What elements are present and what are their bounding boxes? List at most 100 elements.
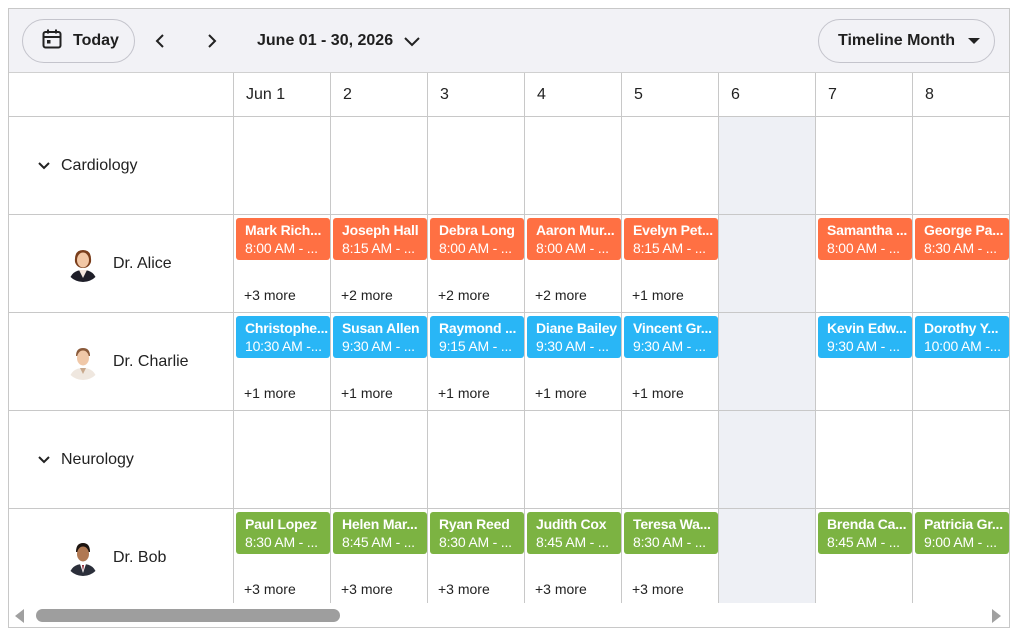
more-link[interactable]: +3 more (438, 581, 490, 597)
more-link[interactable]: +1 more (535, 385, 587, 401)
day-cell[interactable] (719, 509, 816, 603)
appointment[interactable]: Samantha ... 8:00 AM - ... (818, 218, 912, 260)
appointment[interactable]: Dorothy Y... 10:00 AM -... (915, 316, 1009, 358)
date-range-picker[interactable]: June 01 - 30, 2026 (257, 29, 421, 53)
day-cell[interactable]: Vincent Gr... 9:30 AM - ... +1 more (622, 313, 719, 411)
more-link[interactable]: +3 more (341, 581, 393, 597)
appointment-title: Kevin Edw... (827, 320, 907, 336)
resource-group-cardiology[interactable]: Cardiology (9, 117, 234, 215)
day-cell[interactable]: George Pa... 8:30 AM - ... (913, 215, 1009, 313)
day-cell[interactable] (525, 117, 622, 215)
more-link[interactable]: +1 more (438, 385, 490, 401)
appointment[interactable]: Brenda Ca... 8:45 AM - ... (818, 512, 912, 554)
appointment[interactable]: Judith Cox 8:45 AM - ... (527, 512, 621, 554)
appointment-time: 8:15 AM - ... (342, 240, 415, 256)
appointment-title: Joseph Hall (342, 222, 419, 238)
appointment[interactable]: Debra Long 8:00 AM - ... (430, 218, 524, 260)
view-switcher[interactable]: Timeline Month (818, 19, 995, 63)
appointment[interactable]: Patricia Gr... 9:00 AM - ... (915, 512, 1009, 554)
day-cell[interactable]: Susan Allen 9:30 AM - ... +1 more (331, 313, 428, 411)
day-cell[interactable] (816, 117, 913, 215)
more-link[interactable]: +2 more (535, 287, 587, 303)
day-cell[interactable] (234, 117, 331, 215)
appointment[interactable]: Christophe... 10:30 AM -... (236, 316, 330, 358)
day-cell[interactable] (234, 411, 331, 509)
day-cell[interactable] (719, 117, 816, 215)
resource-group-neurology[interactable]: Neurology (9, 411, 234, 509)
appointment[interactable]: Joseph Hall 8:15 AM - ... (333, 218, 427, 260)
day-cell[interactable] (913, 117, 1009, 215)
appointment[interactable]: Kevin Edw... 9:30 AM - ... (818, 316, 912, 358)
more-link[interactable]: +2 more (341, 287, 393, 303)
timeline-grid: Jun 1 2 3 4 5 6 7 8 Cardiology Dr. Alice Mark Rich… (9, 73, 1009, 603)
day-cell[interactable]: Dorothy Y... 10:00 AM -... (913, 313, 1009, 411)
more-link[interactable]: +3 more (632, 581, 684, 597)
day-cell[interactable]: Teresa Wa... 8:30 AM - ... +3 more (622, 509, 719, 603)
day-cell[interactable] (428, 411, 525, 509)
day-cell[interactable]: Kevin Edw... 9:30 AM - ... (816, 313, 913, 411)
more-link[interactable]: +2 more (438, 287, 490, 303)
appointment[interactable]: George Pa... 8:30 AM - ... (915, 218, 1009, 260)
more-link[interactable]: +3 more (535, 581, 587, 597)
more-link[interactable]: +1 more (632, 287, 684, 303)
appointment[interactable]: Evelyn Pet... 8:15 AM - ... (624, 218, 718, 260)
next-button[interactable] (199, 29, 223, 53)
day-cell[interactable] (719, 215, 816, 313)
doctor-name: Dr. Charlie (113, 352, 189, 370)
horizontal-scrollbar[interactable] (9, 603, 1009, 627)
previous-button[interactable] (149, 29, 173, 53)
day-cell[interactable] (525, 411, 622, 509)
more-link[interactable]: +3 more (244, 581, 296, 597)
scroll-left-arrow-icon[interactable] (15, 609, 24, 623)
day-cell[interactable] (719, 313, 816, 411)
day-cell[interactable] (816, 411, 913, 509)
appointment[interactable]: Diane Bailey 9:30 AM - ... (527, 316, 621, 358)
day-header: 4 (525, 73, 622, 117)
appointment[interactable]: Vincent Gr... 9:30 AM - ... (624, 316, 718, 358)
appointment[interactable]: Teresa Wa... 8:30 AM - ... (624, 512, 718, 554)
scroll-right-arrow-icon[interactable] (992, 609, 1001, 623)
day-cell[interactable]: Judith Cox 8:45 AM - ... +3 more (525, 509, 622, 603)
resource-group-label: Cardiology (61, 156, 138, 174)
more-link[interactable]: +3 more (244, 287, 296, 303)
day-cell[interactable] (428, 117, 525, 215)
day-cell[interactable]: Paul Lopez 8:30 AM - ... +3 more (234, 509, 331, 603)
appointment[interactable]: Raymond ... 9:15 AM - ... (430, 316, 524, 358)
scrollbar-thumb[interactable] (36, 609, 340, 622)
day-cell[interactable] (331, 117, 428, 215)
day-cell[interactable] (622, 117, 719, 215)
day-cell[interactable]: Debra Long 8:00 AM - ... +2 more (428, 215, 525, 313)
day-cell[interactable]: Joseph Hall 8:15 AM - ... +2 more (331, 215, 428, 313)
day-cell[interactable]: Diane Bailey 9:30 AM - ... +1 more (525, 313, 622, 411)
day-cell[interactable] (622, 411, 719, 509)
day-cell[interactable] (913, 411, 1009, 509)
appointment[interactable]: Mark Rich... 8:00 AM - ... (236, 218, 330, 260)
day-cell[interactable]: Aaron Mur... 8:00 AM - ... +2 more (525, 215, 622, 313)
day-cell[interactable]: Raymond ... 9:15 AM - ... +1 more (428, 313, 525, 411)
appointment-time: 8:00 AM - ... (536, 240, 609, 256)
day-cell[interactable]: Mark Rich... 8:00 AM - ... +3 more (234, 215, 331, 313)
today-button[interactable]: Today (22, 19, 135, 63)
day-cell[interactable]: Patricia Gr... 9:00 AM - ... (913, 509, 1009, 603)
day-header: 8 (913, 73, 1009, 117)
appointment[interactable]: Paul Lopez 8:30 AM - ... (236, 512, 330, 554)
day-cell[interactable]: Brenda Ca... 8:45 AM - ... (816, 509, 913, 603)
day-cell[interactable]: Samantha ... 8:00 AM - ... (816, 215, 913, 313)
day-cell[interactable] (719, 411, 816, 509)
appointment[interactable]: Helen Mar... 8:45 AM - ... (333, 512, 427, 554)
day-cell[interactable]: Christophe... 10:30 AM -... +1 more (234, 313, 331, 411)
appointment[interactable]: Ryan Reed 8:30 AM - ... (430, 512, 524, 554)
more-link[interactable]: +1 more (341, 385, 393, 401)
more-link[interactable]: +1 more (244, 385, 296, 401)
chevron-down-icon[interactable] (37, 455, 51, 465)
more-link[interactable]: +1 more (632, 385, 684, 401)
chevron-down-icon[interactable] (37, 161, 51, 171)
appointment[interactable]: Susan Allen 9:30 AM - ... (333, 316, 427, 358)
day-cell[interactable]: Ryan Reed 8:30 AM - ... +3 more (428, 509, 525, 603)
day-cell[interactable] (331, 411, 428, 509)
appointment-time: 8:45 AM - ... (342, 534, 415, 550)
day-cell[interactable]: Helen Mar... 8:45 AM - ... +3 more (331, 509, 428, 603)
chevron-right-icon (208, 34, 217, 48)
appointment[interactable]: Aaron Mur... 8:00 AM - ... (527, 218, 621, 260)
day-cell[interactable]: Evelyn Pet... 8:15 AM - ... +1 more (622, 215, 719, 313)
